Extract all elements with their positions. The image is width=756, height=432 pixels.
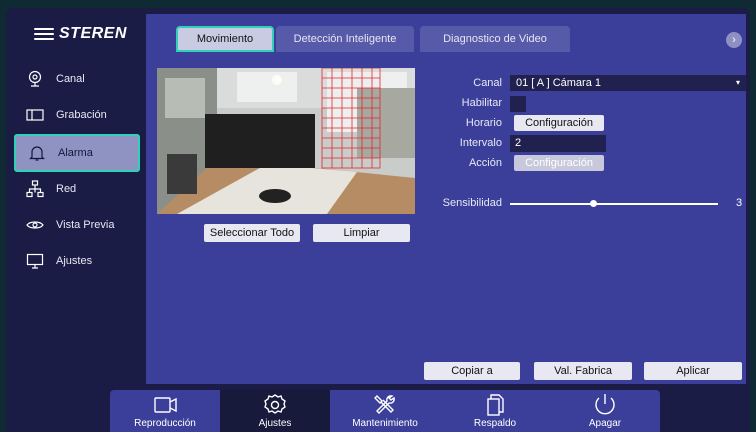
sidebar-item-label: Grabación: [56, 109, 107, 121]
accion-config-button[interactable]: Configuración: [514, 155, 604, 171]
clear-button[interactable]: Limpiar: [313, 224, 410, 242]
bell-icon: [28, 144, 46, 162]
power-icon: [595, 394, 615, 415]
dock-item-respaldo[interactable]: Respaldo: [440, 390, 550, 432]
sensibilidad-value: 3: [736, 197, 743, 209]
sidebar-item-alarma[interactable]: Alarma: [14, 134, 140, 172]
eye-icon: [26, 216, 44, 234]
camera-icon: [26, 70, 44, 88]
camera-preview[interactable]: [157, 68, 415, 214]
recording-icon: [26, 106, 44, 124]
sidebar-item-label: Vista Previa: [56, 219, 115, 231]
habilitar-checkbox[interactable]: [510, 96, 526, 112]
canal-label: Canal: [473, 77, 502, 89]
sidebar-item-grabacion[interactable]: Grabación: [14, 98, 140, 132]
sidebar-item-label: Alarma: [58, 147, 93, 159]
tab-label: Detección Inteligente: [293, 33, 397, 45]
camera-preview-image: [157, 68, 415, 214]
intervalo-label: Intervalo: [459, 137, 502, 149]
button-label: Val. Fabrica: [554, 365, 612, 377]
canal-select[interactable]: 01 [ A ] Cámara 1 ▾: [510, 75, 746, 91]
tab-bar: Movimiento Detección Inteligente Diagnos…: [176, 26, 742, 52]
dock-item-label: Ajustes: [258, 418, 292, 429]
tab-movimiento[interactable]: Movimiento: [176, 26, 274, 52]
logo-text: STEREN: [59, 25, 127, 42]
video-camera-icon: [154, 397, 177, 413]
tab-diagnostico-video[interactable]: Diagnostico de Video: [420, 26, 570, 52]
horario-label: Horario: [465, 117, 502, 129]
tools-icon: [374, 395, 395, 414]
motion-settings-panel: Movimiento Detección Inteligente Diagnos…: [146, 14, 746, 384]
button-label: Copiar a: [451, 365, 493, 377]
button-label: Seleccionar Todo: [209, 227, 295, 239]
sidebar-item-label: Canal: [56, 73, 85, 85]
dropdown-caret-icon: ▾: [735, 78, 740, 87]
button-label: Configuración: [525, 117, 593, 129]
monitor-icon: [26, 252, 44, 270]
dock-item-apagar[interactable]: Apagar: [550, 390, 660, 432]
dock-item-mantenimiento[interactable]: Mantenimiento: [330, 390, 440, 432]
dvr-window: STEREN Canal Grabación Alarma Red Vista …: [6, 8, 750, 432]
canal-select-value: 01 [ A ] Cámara 1: [516, 77, 601, 89]
dock-item-ajustes[interactable]: Ajustes: [220, 390, 330, 432]
sensibilidad-slider-handle[interactable]: [589, 200, 597, 207]
sidebar-item-canal[interactable]: Canal: [14, 62, 140, 96]
factory-defaults-button[interactable]: Val. Fabrica: [534, 362, 632, 380]
button-label: Aplicar: [676, 365, 710, 377]
tab-label: Movimiento: [196, 33, 254, 45]
settings-gear-icon: [264, 394, 286, 414]
dock-item-label: Respaldo: [473, 418, 517, 429]
bottom-dock: Reproducción Ajustes Mantenimiento Respa…: [110, 390, 660, 432]
button-label: Configuración: [525, 157, 593, 169]
sidebar-item-vista-previa[interactable]: Vista Previa: [14, 208, 140, 242]
copy-to-button[interactable]: Copiar a: [424, 362, 520, 380]
accion-label: Acción: [468, 157, 502, 169]
sidebar-item-label: Red: [56, 183, 77, 195]
tab-scroll-right-button[interactable]: ›: [726, 32, 742, 48]
button-label: Limpiar: [343, 227, 380, 239]
tab-label: Diagnostico de Video: [443, 33, 547, 45]
tab-deteccion-inteligente[interactable]: Detección Inteligente: [276, 26, 414, 52]
apply-button[interactable]: Aplicar: [644, 362, 742, 380]
sidebar-item-red[interactable]: Red: [14, 172, 140, 206]
sensibilidad-label: Sensibilidad: [442, 197, 502, 209]
sidebar-item-ajustes[interactable]: Ajustes: [14, 244, 140, 278]
copy-files-icon: [487, 394, 504, 416]
steren-logo: STEREN: [34, 24, 127, 44]
horario-config-button[interactable]: Configuración: [514, 115, 604, 131]
sidebar-item-label: Ajustes: [56, 255, 93, 267]
sidebar: STEREN Canal Grabación Alarma Red Vista …: [6, 8, 146, 384]
habilitar-label: Habilitar: [461, 97, 502, 109]
network-icon: [26, 180, 44, 198]
chevron-right-icon: ›: [732, 34, 736, 46]
dock-item-label: Mantenimiento: [352, 418, 418, 429]
select-all-button[interactable]: Seleccionar Todo: [204, 224, 300, 242]
dock-item-reproduccion[interactable]: Reproducción: [110, 390, 220, 432]
intervalo-input[interactable]: 2: [510, 135, 606, 152]
sensibilidad-slider[interactable]: [510, 203, 718, 205]
dock-item-label: Apagar: [588, 418, 622, 429]
steren-logo-mark-icon: [34, 27, 54, 41]
dock-item-label: Reproducción: [134, 418, 196, 429]
